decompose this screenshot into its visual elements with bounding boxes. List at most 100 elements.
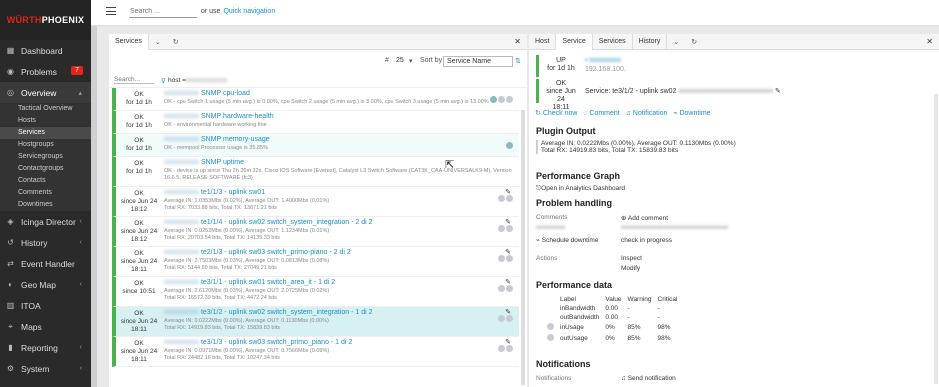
- sidebar-sub-hostgroups[interactable]: Hostgroups: [0, 139, 91, 151]
- perf-row: inBandwidth 0.00- -: [560, 305, 660, 312]
- sidebar-item-history[interactable]: ↺ History ‹: [0, 232, 91, 253]
- tab-services[interactable]: Services: [593, 33, 633, 50]
- actions-label: Actions: [536, 255, 558, 262]
- performance-graph-heading: Performance Graph: [536, 171, 621, 181]
- filter-hostname-redacted: xxxxxxxxxxxxx: [185, 77, 228, 84]
- sidebar-item-itoa[interactable]: ▥ ITOA: [0, 295, 91, 316]
- tab-host[interactable]: Host: [529, 33, 557, 50]
- service-row[interactable]: OK since Jun 24 18:12 xxxxxxxxxx te1/1/4 -…: [112, 217, 519, 247]
- performance-data-heading: Performance data: [536, 280, 613, 290]
- limit-caret-icon: ▾: [409, 58, 413, 65]
- sidebar-item-maps[interactable]: ⌖ Maps: [0, 316, 91, 337]
- refresh-icon[interactable]: ↻: [167, 38, 185, 46]
- plugin-output-heading: Plugin Output: [536, 126, 596, 136]
- chevron-right-icon: ‹: [79, 365, 82, 372]
- sort-direction-icon[interactable]: ⇅: [515, 57, 521, 65]
- problems-icon: ◉: [7, 67, 14, 76]
- chevron-right-icon: ‹: [79, 239, 82, 246]
- service-row[interactable]: OK since Jun 24 18:12 xxxxxxxxxx te1/1/3 -…: [112, 187, 519, 217]
- analytics-dashboard-link[interactable]: ⎋Open in Analytics Dashboard: [536, 185, 625, 193]
- sidebar-sub-contactgroups[interactable]: Contactgroups: [0, 163, 91, 175]
- notification-link[interactable]: ♫ Notification: [626, 110, 668, 117]
- close-icon[interactable]: ✕: [926, 37, 933, 46]
- comment-link[interactable]: ◌ Comment: [583, 110, 619, 117]
- wuerth-phoenix-logo[interactable]: WÜRTHPHOENIX: [0, 0, 91, 40]
- problems-badge: 7: [71, 66, 83, 75]
- send-notification-link[interactable]: ♫ Send notification: [621, 375, 676, 382]
- geo-map-icon: ◐: [8, 280, 13, 289]
- filter-search-input[interactable]: [114, 76, 154, 84]
- host-name-redacted[interactable]: ▪ xxxxxxxxx: [585, 57, 621, 65]
- microphone-icon[interactable]: ✎: [775, 88, 781, 95]
- tab-service[interactable]: Service: [556, 33, 593, 50]
- service-row-selected[interactable]: OK since Jun 24 18:11 xxxxxxxxxx te3/1/2 -…: [112, 307, 519, 337]
- itoa-icon: ▥: [6, 301, 15, 310]
- status-dot: [498, 195, 505, 202]
- sidebar-sub-servicegroups[interactable]: Servicegroups: [0, 151, 91, 163]
- sidebar-item-system[interactable]: ⚙ System ‹: [0, 358, 91, 379]
- event-handler-icon: ⇄: [7, 259, 14, 268]
- service-row[interactable]: OK for 1d 1h xxxxxxxxxx SNMP hardware-hea…: [112, 111, 519, 134]
- sidebar-sub-contacts[interactable]: Contacts: [0, 175, 91, 187]
- dashboard-icon: ▦: [6, 46, 15, 55]
- menu-icon[interactable]: [106, 7, 116, 15]
- status-dot: [506, 255, 513, 262]
- sidebar-item-reporting[interactable]: ▮ Reporting ‹: [0, 337, 91, 358]
- services-scrollbar[interactable]: [521, 110, 525, 385]
- chevron-down-icon[interactable]: ⌄: [149, 38, 167, 46]
- chevron-up-icon: ▴: [78, 89, 82, 97]
- sidebar-item-problems[interactable]: ◉ Problems 7: [0, 61, 91, 82]
- sidebar-sub-services[interactable]: Services: [0, 127, 91, 139]
- service-detail-panel: Host Service Services History ⌄ ↻ ✕ UP fo…: [529, 33, 939, 387]
- system-icon: ⚙: [6, 364, 15, 373]
- overview-submenu: Tactical Overview Hosts Services Hostgro…: [0, 103, 91, 211]
- quick-navigation-link[interactable]: Quick navigation: [223, 8, 275, 15]
- sidebar-item-dashboard[interactable]: ▦ Dashboard: [0, 40, 91, 61]
- service-row[interactable]: OK since Jun 24 18:11 xxxxxxxxxx te2/1/3 -…: [112, 247, 519, 277]
- mouse-cursor-icon: ⇱: [445, 159, 455, 171]
- chevron-right-icon: ‹: [79, 218, 82, 225]
- inspect-link[interactable]: Inspect: [621, 255, 642, 262]
- status-dot: [498, 225, 505, 232]
- sidebar-item-icinga-director[interactable]: ◈ Icinga Director ‹: [0, 211, 91, 232]
- sidebar-item-event-handler[interactable]: ⇄ Event Handler: [0, 253, 91, 274]
- tab-services[interactable]: Services: [109, 33, 149, 50]
- status-dot: [498, 96, 505, 103]
- sidebar-sub-hosts[interactable]: Hosts: [0, 115, 91, 127]
- sidebar-sub-comments[interactable]: Comments: [0, 187, 91, 199]
- service-row[interactable]: OK for 1d 1h xxxxxxxxxx SNMP uptime OK - …: [112, 157, 519, 187]
- service-row[interactable]: OK for 1d 1h xxxxxxxxxx SNMP cpu-load OK …: [112, 88, 519, 111]
- chevron-down-icon[interactable]: ⌄: [667, 38, 685, 46]
- sidebar-sub-tactical-overview[interactable]: Tactical Overview: [0, 103, 91, 115]
- notifications-label: Notifications: [536, 375, 572, 382]
- sidebar-scrollbar[interactable]: [91, 0, 97, 387]
- services-list: OK for 1d 1h xxxxxxxxxx SNMP cpu-load OK …: [109, 88, 527, 367]
- filter-icon[interactable]: ⊽: [161, 77, 166, 85]
- refresh-icon[interactable]: ↻: [685, 38, 703, 46]
- status-dot: [498, 345, 505, 352]
- graph-icon: [506, 142, 513, 149]
- filter-bar: ⊽ host = xxxxxxxxxxxxx: [109, 74, 527, 88]
- modify-link[interactable]: Modify: [621, 265, 640, 272]
- close-icon[interactable]: ✕: [514, 37, 521, 46]
- search-input[interactable]: [129, 6, 197, 18]
- sidebar-sub-downtimes[interactable]: Downtimes: [0, 199, 91, 211]
- service-row[interactable]: OK since Jun 24 18:11 xxxxxxxxxx te3/1/3 -…: [112, 337, 519, 367]
- sidebar-item-overview[interactable]: ◎ Overview ▴: [0, 82, 91, 103]
- filter-expression[interactable]: host =: [168, 77, 186, 84]
- chevron-right-icon: ‹: [79, 281, 82, 288]
- status-dot: [506, 225, 513, 232]
- usage-pie-icon: [547, 334, 554, 341]
- detail-scrollbar[interactable]: [934, 94, 938, 384]
- object-header: UP for 1d 1h ▪ xxxxxxxxx 192.168.100. OK s…: [529, 51, 939, 111]
- sort-select[interactable]: Service Name: [443, 56, 513, 67]
- add-comment-link[interactable]: ⊕ Add comment: [621, 214, 668, 222]
- sidebar-item-geo-map[interactable]: ◐ Geo Map ‹: [0, 274, 91, 295]
- tab-history[interactable]: History: [633, 33, 668, 50]
- service-row[interactable]: OK for 1d 1h xxxxxxxxxx SNMP memory-usage…: [112, 134, 519, 157]
- downtime-link[interactable]: ⌁ Downtime: [673, 110, 710, 117]
- plugin-output: Average IN: 0.0222Mbs (0.00%), Average O…: [536, 140, 736, 154]
- check-now-link[interactable]: ↻ Check now: [535, 110, 577, 117]
- service-row[interactable]: OK since 10:51 xxxxxxxxxx te3/1/1 - uplin…: [112, 277, 519, 307]
- schedule-downtime-link[interactable]: ⌁ Schedule downtime: [536, 236, 598, 244]
